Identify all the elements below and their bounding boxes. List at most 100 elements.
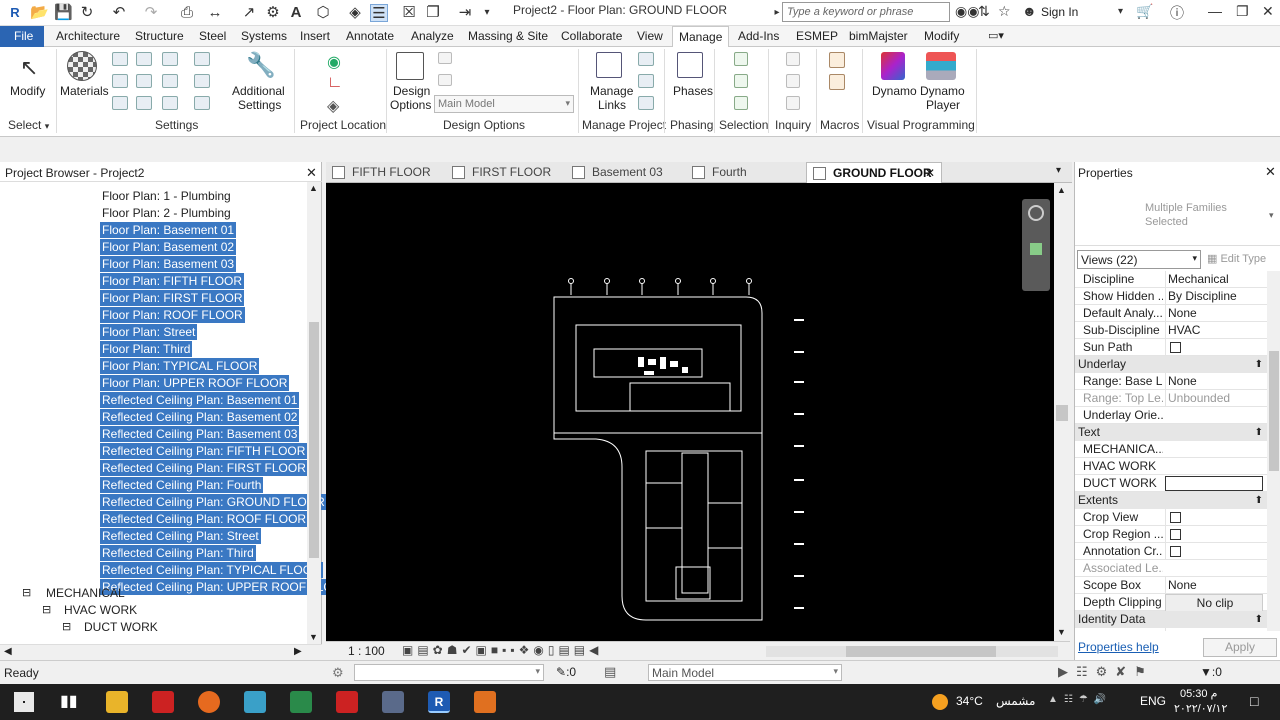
tree-item-view[interactable]: Floor Plan: Third <box>100 341 193 357</box>
vertical-scrollbar[interactable]: ▲ ▼ <box>1054 183 1070 641</box>
tree-item-view[interactable]: Floor Plan: 1 - Plumbing <box>100 188 233 204</box>
chevron-down-icon[interactable]: ▾ <box>1269 210 1274 221</box>
global-parameters-icon[interactable] <box>136 96 152 110</box>
shared-parameters-icon[interactable] <box>112 96 128 110</box>
property-group-header[interactable]: Text ⬆ <box>1075 424 1267 441</box>
property-row[interactable]: Range: Top Le... Unbounded <box>1075 390 1267 407</box>
clock-time[interactable]: 05:30 م <box>1180 687 1217 700</box>
select-by-id-icon[interactable] <box>786 74 800 88</box>
property-row[interactable]: MECHANICA... <box>1075 441 1267 458</box>
zoom-icon[interactable] <box>1030 243 1042 255</box>
filter-counter[interactable]: ▼:0 <box>1200 665 1222 679</box>
scroll-up-icon[interactable]: ▲ <box>1057 185 1066 195</box>
property-row[interactable]: Sun Path <box>1075 339 1267 356</box>
decal-types-icon[interactable] <box>638 74 654 88</box>
manage-links-icon[interactable] <box>596 52 622 78</box>
weather-condition[interactable]: مشمس <box>996 694 1035 708</box>
property-value[interactable]: None <box>1165 373 1263 390</box>
switch-windows-icon[interactable]: ❐ <box>424 4 442 22</box>
tree-item-view[interactable]: Floor Plan: 2 - Plumbing <box>100 205 233 221</box>
scroll-down-icon[interactable]: ▼ <box>309 632 318 642</box>
search-input[interactable]: Type a keyword or phrase <box>782 2 950 22</box>
collapse-icon[interactable]: ⊟ <box>62 620 71 633</box>
properties-help-link[interactable]: Properties help <box>1078 640 1159 654</box>
project-information-icon[interactable] <box>112 74 128 88</box>
tree-item-view[interactable]: Reflected Ceiling Plan: FIRST FLOOR <box>100 460 308 476</box>
macro-security-icon[interactable] <box>829 74 845 90</box>
close-hidden-icon[interactable]: ☒ <box>400 4 418 22</box>
tab-esmep[interactable]: ESMEP <box>796 29 838 43</box>
notifications-icon[interactable]: □ <box>1250 693 1258 709</box>
tab-modify[interactable]: Modify <box>924 29 959 43</box>
tab-add-ins[interactable]: Add-Ins <box>738 29 779 43</box>
ids-of-selection-icon[interactable] <box>786 52 800 66</box>
screen-recorder-icon[interactable] <box>474 691 496 713</box>
property-value[interactable]: None <box>1165 305 1263 322</box>
input-language[interactable]: ENG <box>1140 694 1166 708</box>
manage-images-icon[interactable] <box>638 52 654 66</box>
scrollbar-thumb[interactable] <box>846 646 996 657</box>
view-tab-fifth-floor[interactable]: FIFTH FLOOR <box>326 162 444 183</box>
minimize-icon[interactable]: — <box>1208 3 1222 19</box>
scrollbar[interactable] <box>1267 271 1280 631</box>
property-value[interactable]: Mechanical <box>1165 271 1263 288</box>
tree-item-view[interactable]: Reflected Ceiling Plan: Basement 01 <box>100 392 300 408</box>
position-icon[interactable]: ◈ <box>327 96 339 116</box>
property-group-header[interactable]: Underlay ⬆ <box>1075 356 1267 373</box>
materials-button[interactable]: Materials <box>60 84 109 98</box>
mep-settings-icon[interactable] <box>194 74 210 88</box>
thin-lines-icon[interactable]: ☰ <box>370 4 388 22</box>
close-icon[interactable]: ✕ <box>1265 164 1276 180</box>
tree-item-view[interactable]: Floor Plan: FIFTH FLOOR <box>100 273 245 289</box>
tab-analyze[interactable]: Analyze <box>411 29 454 43</box>
manage-links-line1[interactable]: Manage <box>590 84 633 98</box>
property-row[interactable]: Range: Base L... None <box>1075 373 1267 390</box>
sync-icon[interactable]: ↻ <box>78 4 96 22</box>
tree-item-view[interactable]: Floor Plan: Basement 02 <box>100 239 237 255</box>
tab-annotate[interactable]: Annotate <box>346 29 394 43</box>
collapse-group-icon[interactable]: ⬆ <box>1255 611 1263 628</box>
load-selection-icon[interactable] <box>734 74 748 88</box>
property-row[interactable]: Associated Le... <box>1075 560 1267 577</box>
property-row[interactable]: HVAC WORK <box>1075 458 1267 475</box>
tab-insert[interactable]: Insert <box>300 29 330 43</box>
restore-icon[interactable]: ❐ <box>1236 3 1249 20</box>
weather-temperature[interactable]: 34°C <box>956 694 983 708</box>
dynamo-player-icon[interactable] <box>926 52 956 80</box>
close-icon[interactable]: ✕ <box>1262 3 1274 20</box>
panel-schedule-templates-icon[interactable] <box>194 96 210 110</box>
property-value[interactable]: None <box>1165 577 1263 594</box>
sign-in-link[interactable]: Sign In <box>1041 5 1078 19</box>
tab-systems[interactable]: Systems <box>241 29 287 43</box>
property-group-header[interactable]: Identity Data ⬆ <box>1075 611 1267 628</box>
snaps-icon[interactable] <box>136 52 152 66</box>
edit-type-button[interactable]: ▦ Edit Type <box>1207 252 1266 265</box>
tree-node-duct-work[interactable]: DUCT WORK <box>82 619 160 635</box>
tree-node-mechanical[interactable]: MECHANICAL <box>44 585 127 601</box>
design-option-dropdown[interactable]: Main Model ▾ <box>648 664 842 681</box>
collapse-group-icon[interactable]: ⬆ <box>1255 356 1263 373</box>
measure-icon[interactable]: ↔ <box>206 4 224 22</box>
tree-item-view[interactable]: Reflected Ceiling Plan: Basement 03 <box>100 426 300 442</box>
binoculars-icon[interactable]: ◉◉ <box>955 3 979 20</box>
edit-selection-icon[interactable] <box>734 96 748 110</box>
design-options-icon[interactable] <box>396 52 424 80</box>
property-value[interactable]: Unbounded <box>1165 390 1263 407</box>
property-row[interactable]: Underlay Orie... <box>1075 407 1267 424</box>
dynamo-icon[interactable] <box>881 52 905 80</box>
view-tab-fourth[interactable]: Fourth <box>686 162 804 183</box>
worksets-icon[interactable]: ⚙ <box>332 665 344 681</box>
property-row[interactable]: Scope Box None <box>1075 577 1267 594</box>
project-units-icon[interactable] <box>162 96 178 110</box>
user-icon[interactable]: ☻ <box>1022 3 1037 19</box>
system-tray-icons[interactable]: ▲☷☂🔊 <box>1048 694 1112 705</box>
ribbon-toggle-icon[interactable]: ▭▾ <box>988 29 1004 42</box>
tree-item-view[interactable]: Floor Plan: Basement 03 <box>100 256 237 272</box>
modify-cursor-icon[interactable]: ↖ <box>20 55 38 81</box>
tree-item-view[interactable]: Floor Plan: Basement 01 <box>100 222 237 238</box>
property-row[interactable]: Sub-Discipline HVAC <box>1075 322 1267 339</box>
property-row[interactable]: DUCT WORK <box>1075 475 1267 492</box>
design-options-line1[interactable]: Design <box>393 84 430 98</box>
property-group-header[interactable]: Extents ⬆ <box>1075 492 1267 509</box>
purge-unused-icon[interactable] <box>162 74 178 88</box>
